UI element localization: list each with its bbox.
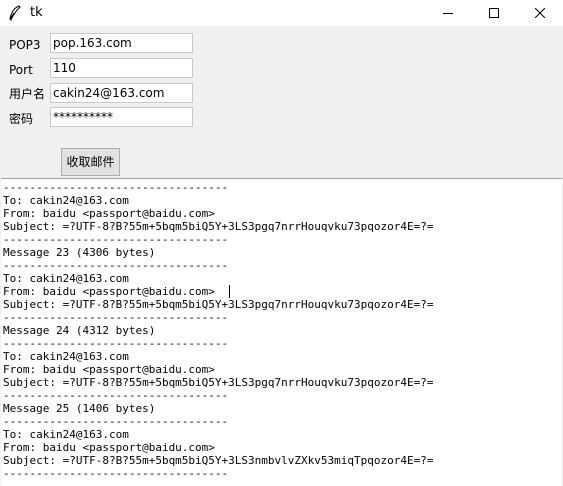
output-line: To: cakin24@163.com xyxy=(3,272,129,285)
output-line: Subject: =?UTF-8?B?55m+5bqm5biQ5Y+3LS3pg… xyxy=(3,376,434,389)
output-line: ---------------------------------- xyxy=(3,389,229,402)
port-input[interactable]: 110 xyxy=(50,58,193,78)
minimize-icon xyxy=(443,13,453,14)
output-line: ---------------------------------- xyxy=(3,259,229,272)
output-line: From: baidu <passport@baidu.com> xyxy=(3,285,215,298)
output-line: ---------------------------------- xyxy=(3,415,229,428)
output-line: ---------------------------------- xyxy=(3,467,229,480)
output-line: From: baidu <passport@baidu.com> xyxy=(3,441,215,454)
output-line: ---------------------------------- xyxy=(3,311,229,324)
username-label: 用户名 xyxy=(9,87,46,101)
output-line: To: cakin24@163.com xyxy=(3,428,129,441)
output-line: Message 23 (4306 bytes) xyxy=(3,246,156,259)
output-line: To: cakin24@163.com xyxy=(3,350,129,363)
pop3-input[interactable]: pop.163.com xyxy=(50,33,193,53)
text-cursor xyxy=(229,285,230,298)
title-bar: tk xyxy=(0,0,563,26)
output-line: ---------------------------------- xyxy=(3,233,229,246)
pop3-label: POP3 xyxy=(9,38,41,52)
output-line: ---------------------------------- xyxy=(3,337,229,350)
username-input[interactable]: cakin24@163.com xyxy=(50,83,193,103)
fetch-mail-button[interactable]: 收取邮件 xyxy=(61,148,120,176)
output-textarea[interactable]: ---------------------------------- To: ca… xyxy=(1,178,562,486)
output-line: Message 24 (4312 bytes) xyxy=(3,324,156,337)
window-title: tk xyxy=(30,5,43,20)
output-line: Subject: =?UTF-8?B?55m+5bqm5biQ5Y+3LS3pg… xyxy=(3,298,434,311)
password-label: 密码 xyxy=(9,112,34,126)
minimize-button[interactable] xyxy=(425,0,471,26)
feather-icon xyxy=(8,5,22,21)
maximize-button[interactable] xyxy=(471,0,517,26)
close-button[interactable] xyxy=(517,0,563,26)
close-icon xyxy=(535,8,545,18)
output-line: Subject: =?UTF-8?B?55m+5bqm5biQ5Y+3LS3pg… xyxy=(3,220,434,233)
output-line: ---------------------------------- xyxy=(3,181,229,194)
output-line: Subject: =?UTF-8?B?55m+5bqm5biQ5Y+3LS3nm… xyxy=(3,454,434,467)
password-input[interactable]: ********** xyxy=(50,107,193,127)
output-line: Message 25 (1406 bytes) xyxy=(3,402,156,415)
output-line: From: baidu <passport@baidu.com> xyxy=(3,207,215,220)
port-label: Port xyxy=(9,63,33,77)
maximize-icon xyxy=(489,8,499,18)
output-line: To: cakin24@163.com xyxy=(3,194,129,207)
output-line: From: baidu <passport@baidu.com> xyxy=(3,363,215,376)
